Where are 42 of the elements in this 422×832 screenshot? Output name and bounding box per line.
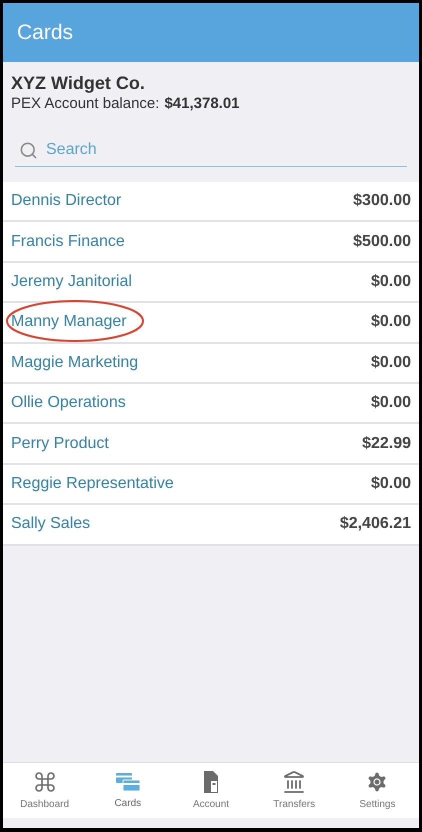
card-row[interactable]: Manny Manager $0.00	[3, 303, 419, 344]
card-amount: $0.00	[370, 393, 411, 414]
command-icon	[32, 770, 57, 794]
card-amount: $0.00	[370, 312, 411, 332]
tab-bar-item[interactable]: Settings	[336, 763, 419, 818]
cardholder-name: Sally Sales	[11, 514, 90, 534]
cardholder-name: Jeremy Janitorial	[11, 272, 132, 292]
balance-amount: $41,378.01	[164, 94, 240, 113]
card-amount: $22.99	[362, 434, 411, 454]
card-amount: $0.00	[370, 272, 411, 292]
card-row[interactable]: Reggie Representative $0.00	[3, 464, 419, 506]
company-name: XYZ Widget Co.	[11, 72, 146, 94]
card-row[interactable]: Perry Product $22.99	[3, 424, 419, 465]
card-row[interactable]: Ollie Operations $0.00	[3, 384, 419, 424]
cardholder-name: Maggie Marketing	[11, 352, 138, 373]
card-row[interactable]: Sally Sales $2,406.21	[3, 505, 419, 546]
header-title: Cards	[17, 20, 74, 46]
cardholder-name: Ollie Operations	[11, 393, 126, 414]
cards-icon	[114, 770, 141, 792]
card-row[interactable]: Dennis Director $300.00	[3, 182, 419, 222]
card-amount: $300.00	[353, 191, 411, 212]
balance-label: PEX Account balance:	[11, 94, 160, 113]
tab-bar-item[interactable]: Transfers	[252, 763, 336, 818]
search-field[interactable]: Search	[46, 138, 407, 162]
tab-bar-item[interactable]: Dashboard	[3, 763, 86, 818]
cardholder-name: Perry Product	[11, 434, 109, 454]
card-row[interactable]: Francis Finance $500.00	[3, 222, 419, 263]
tab-bar-item[interactable]: Account	[169, 763, 253, 818]
card-row[interactable]: Jeremy Janitorial $0.00	[3, 262, 419, 304]
bank-icon	[282, 770, 306, 794]
cardholder-name: Manny Manager	[11, 312, 127, 332]
tab-bar-item[interactable]: Cards	[86, 763, 170, 818]
cardholder-name: Francis Finance	[11, 232, 125, 252]
card-amount: $500.00	[353, 232, 411, 252]
card-row[interactable]: Maggie Marketing $0.00	[3, 344, 419, 384]
document-icon	[201, 770, 221, 794]
cardholder-name: Dennis Director	[11, 191, 122, 212]
cardholder-name: Reggie Representative	[11, 474, 174, 494]
card-amount: $0.00	[370, 352, 411, 373]
card-amount: $0.00	[370, 474, 411, 494]
card-amount: $2,406.21	[340, 514, 411, 534]
search-icon	[19, 140, 38, 160]
